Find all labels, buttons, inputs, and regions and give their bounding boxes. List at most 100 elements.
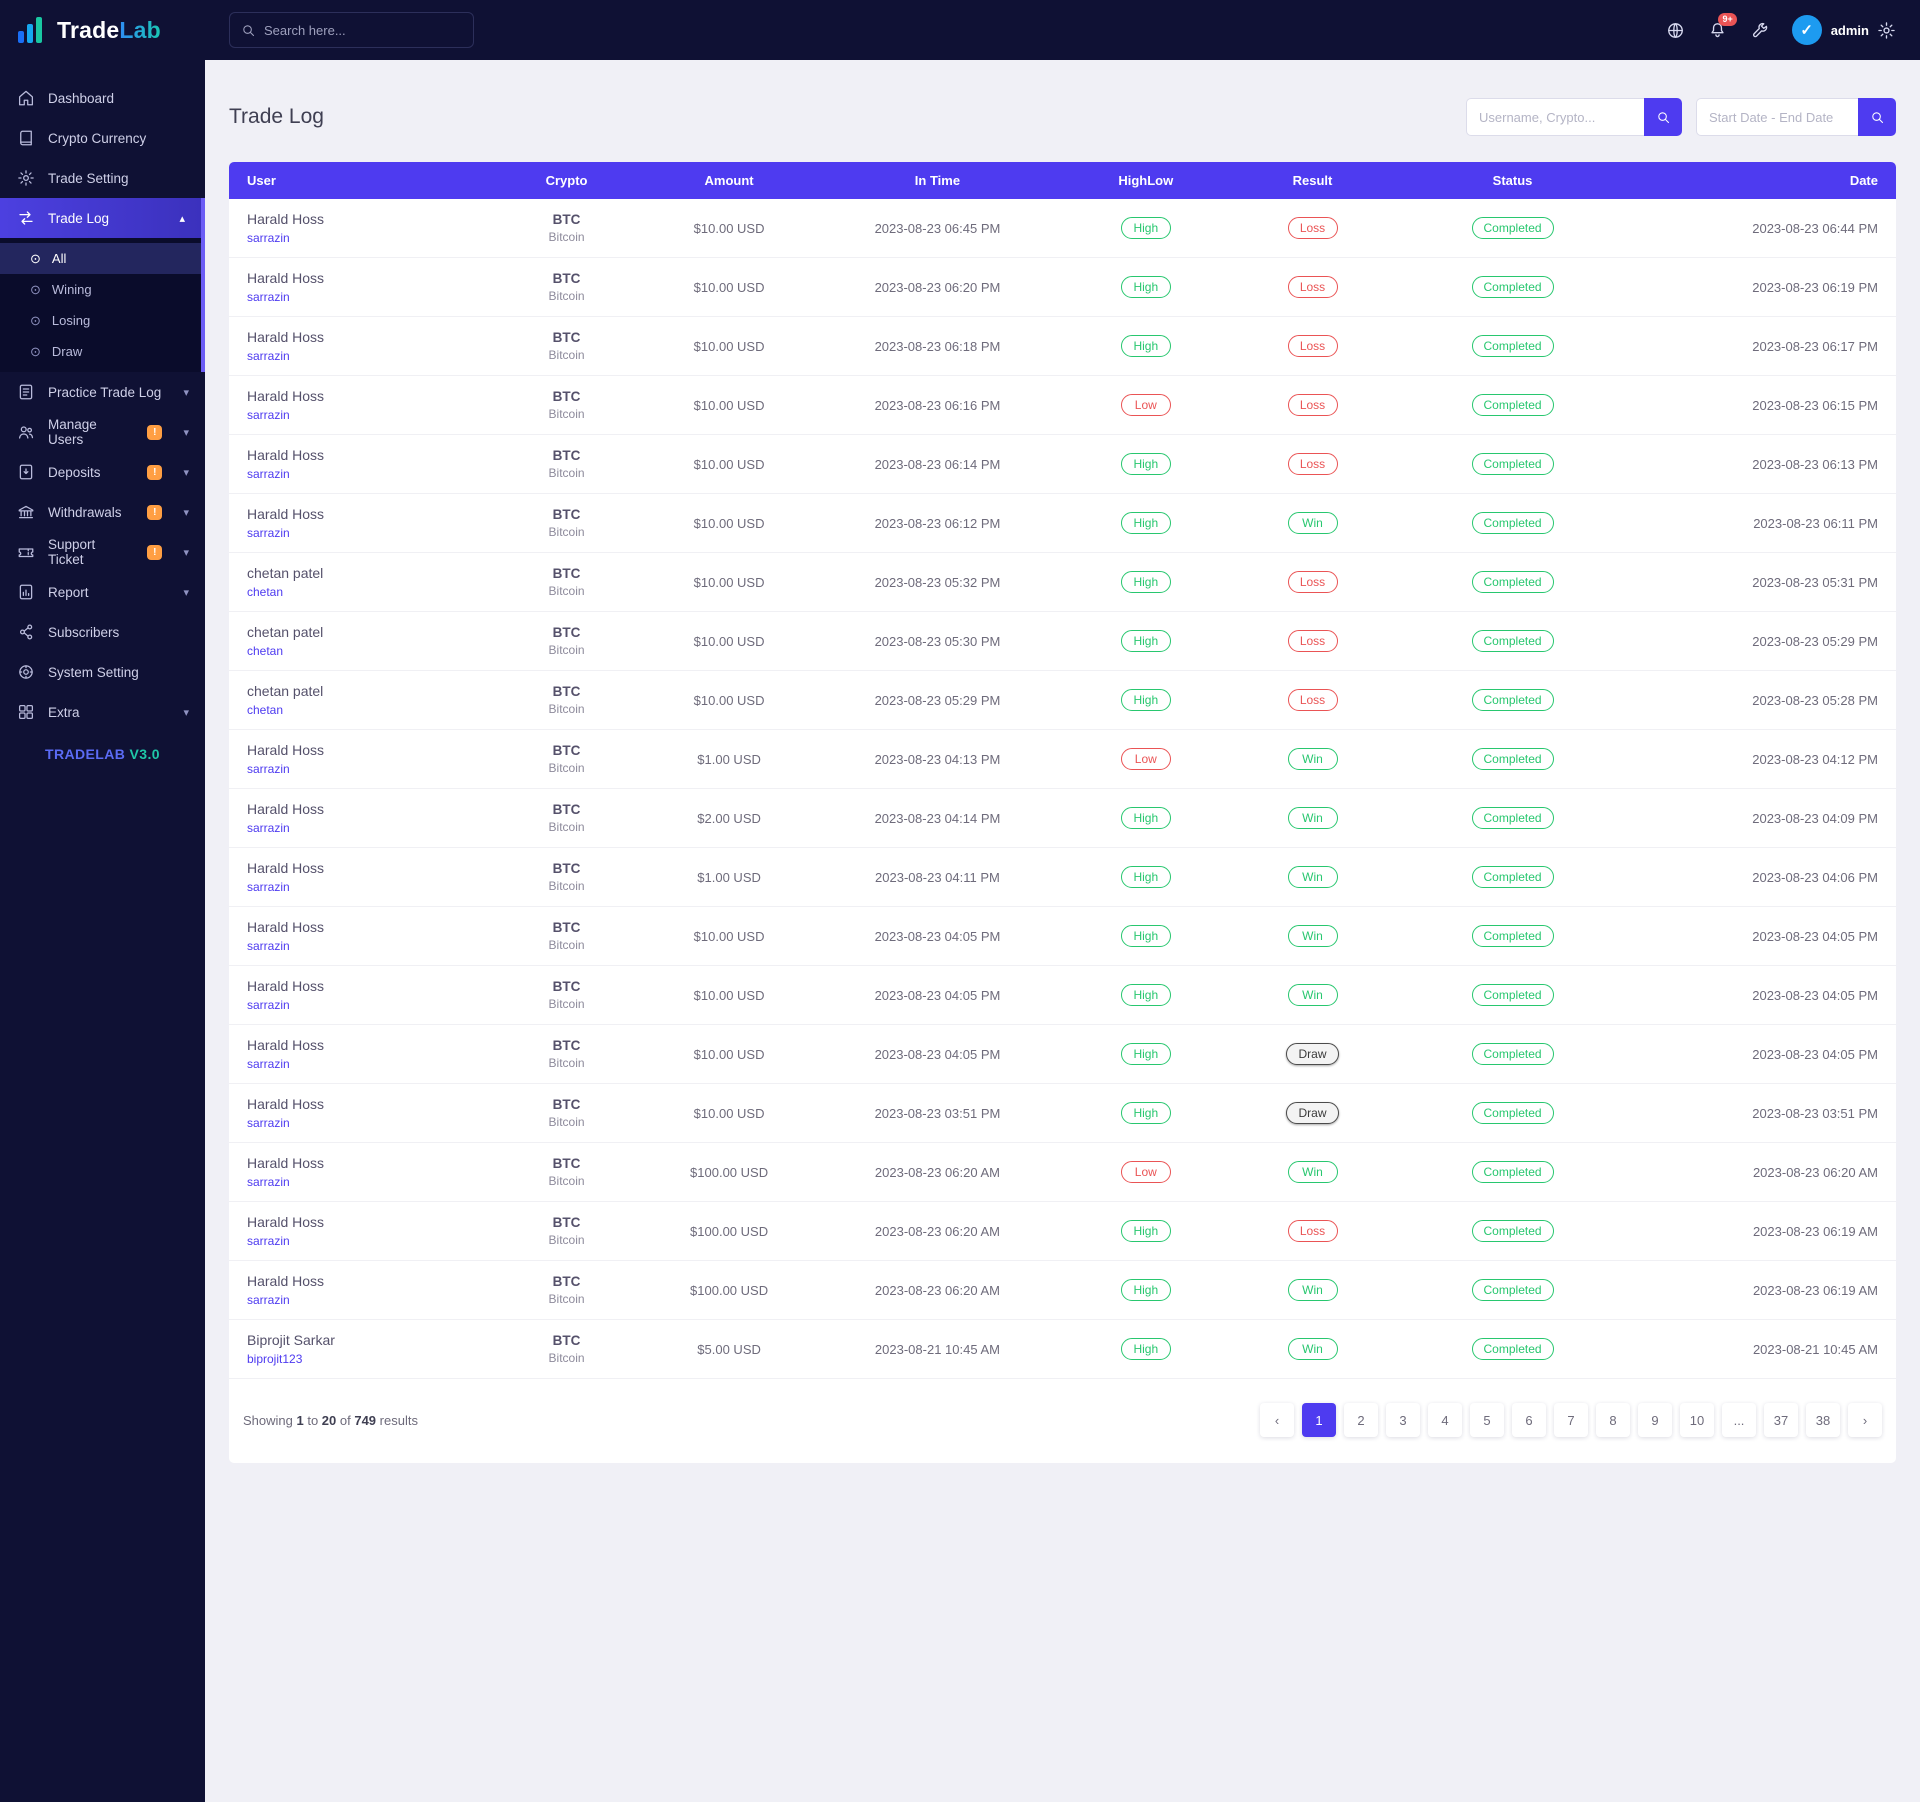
pagination-page-8[interactable]: 8 [1596,1403,1630,1437]
table-body: Harald Hoss sarrazin BTC Bitcoin $10.00 USD 2… [229,199,1896,1379]
sidebar-item-trade-log[interactable]: Trade Log ▴ [0,198,201,238]
globe-icon[interactable] [1666,20,1686,40]
username-link[interactable]: sarrazin [247,880,290,894]
chevron-down-icon: ▾ [183,386,189,399]
username-link[interactable]: sarrazin [247,939,290,953]
trade-amount: $10.00 USD [645,611,813,671]
trade-in-time: 2023-08-21 10:45 AM [812,1319,1063,1379]
logo-chart-icon [14,13,48,47]
pagination-page-38[interactable]: 38 [1806,1403,1840,1437]
sidebar-item-label: Extra [48,704,80,720]
table-row: Harald Hoss sarrazin BTC Bitcoin $10.00 USD 2… [229,1083,1896,1143]
main-content: Trade Log UserCryptoAmountIn TimeHighLow [205,60,1920,1802]
username-filter-input[interactable] [1466,98,1644,136]
username-link[interactable]: sarrazin [247,821,290,835]
pagination-page-2[interactable]: 2 [1344,1403,1378,1437]
highlow-badge: High [1120,335,1171,357]
pagination-page-6[interactable]: 6 [1512,1403,1546,1437]
crypto-symbol: BTC [552,920,581,935]
sidebar-item-system-setting[interactable]: System Setting [0,652,205,692]
sidebar-item-subscribers[interactable]: Subscribers [0,612,205,652]
username-link[interactable]: chetan [247,644,283,658]
sidebar-item-withdrawals[interactable]: Withdrawals! ▾ [0,492,205,532]
pagination-ellipsis[interactable]: ... [1722,1403,1756,1437]
sidebar-item-report[interactable]: Report ▾ [0,572,205,612]
pagination-prev[interactable]: ‹ [1260,1403,1294,1437]
trade-date: 2023-08-23 04:05 PM [1629,965,1896,1025]
crypto-symbol: BTC [552,330,581,345]
admin-menu[interactable]: ✓ admin [1791,15,1895,45]
result-badge: Loss [1287,571,1338,593]
topbar-search-input[interactable] [264,22,462,38]
highlow-badge: High [1120,1338,1171,1360]
pagination-page-5[interactable]: 5 [1470,1403,1504,1437]
pagination-page-10[interactable]: 10 [1680,1403,1714,1437]
username-link[interactable]: sarrazin [247,1116,290,1130]
pagination-page-7[interactable]: 7 [1554,1403,1588,1437]
username-link[interactable]: sarrazin [247,762,290,776]
sidebar-group-trade-log: Trade Log ▴ ⊙ All ⊙ Wining ⊙ Losing ⊙ Draw [0,198,205,372]
trade-date: 2023-08-23 06:15 PM [1629,375,1896,435]
username-link[interactable]: sarrazin [247,349,290,363]
trade-date: 2023-08-23 06:19 AM [1629,1260,1896,1320]
sidebar-subitem-label: Wining [51,282,92,297]
sidebar-menu: Dashboard Crypto Currency Trade Setting Tra… [0,78,205,732]
admin-username: admin [1830,22,1869,38]
username-link[interactable]: sarrazin [247,1293,290,1307]
username-link[interactable]: sarrazin [247,998,290,1012]
user-name: Biprojit Sarkar [247,1332,335,1348]
pagination-page-4[interactable]: 4 [1428,1403,1462,1437]
user-name: Harald Hoss [247,329,325,345]
username-search-button[interactable] [1644,98,1682,136]
username-link[interactable]: sarrazin [247,467,290,481]
trade-amount: $10.00 USD [645,199,813,258]
sidebar-subitem-draw[interactable]: ⊙ Draw [0,336,201,367]
sidebar-item-support-ticket[interactable]: Support Ticket! ▾ [0,532,205,572]
pagination-page-9[interactable]: 9 [1638,1403,1672,1437]
date-search-button[interactable] [1858,98,1896,136]
sidebar-item-manage-users[interactable]: Manage Users! ▾ [0,412,205,452]
sidebar-subitem-all[interactable]: ⊙ All [0,243,201,274]
status-badge: Completed [1471,748,1554,770]
pagination-page-3[interactable]: 3 [1386,1403,1420,1437]
sidebar-subitem-losing[interactable]: ⊙ Losing [0,305,201,336]
status-badge: Completed [1471,630,1554,652]
username-link[interactable]: sarrazin [247,408,290,422]
crypto-symbol: BTC [552,566,581,581]
pagination-next[interactable]: › [1848,1403,1882,1437]
brand-logo[interactable]: TradeLab [0,0,205,60]
table-row: Biprojit Sarkar biprojit123 BTC Bitcoin $5.0… [229,1319,1896,1379]
topbar-search[interactable] [229,12,474,48]
crypto-name: Bitcoin [548,1233,585,1247]
username-link[interactable]: sarrazin [247,526,290,540]
trade-in-time: 2023-08-23 04:05 PM [812,906,1063,966]
notifications-bell-icon[interactable]: 9+ [1708,13,1737,40]
sidebar-item-trade-setting[interactable]: Trade Setting [0,158,205,198]
result-badge: Loss [1287,453,1338,475]
trade-date: 2023-08-23 06:19 AM [1629,1201,1896,1261]
sidebar-item-dashboard[interactable]: Dashboard [0,78,205,118]
username-link[interactable]: chetan [247,585,283,599]
username-link[interactable]: sarrazin [247,1175,290,1189]
pagination-page-37[interactable]: 37 [1764,1403,1798,1437]
username-link[interactable]: chetan [247,703,283,717]
username-link[interactable]: sarrazin [247,290,290,304]
crypto-symbol: BTC [552,1156,581,1171]
username-link[interactable]: sarrazin [247,1057,290,1071]
tools-wrench-icon[interactable] [1750,20,1770,40]
pagination-page-1[interactable]: 1 [1302,1403,1336,1437]
result-badge: Loss [1287,217,1338,239]
username-link[interactable]: sarrazin [247,1234,290,1248]
date-filter-input[interactable] [1696,98,1858,136]
sidebar-subitem-wining[interactable]: ⊙ Wining [0,274,201,305]
sidebar-item-deposits[interactable]: Deposits! ▾ [0,452,205,492]
crypto-symbol: BTC [552,861,581,876]
username-link[interactable]: biprojit123 [247,1352,302,1366]
crypto-name: Bitcoin [548,1115,585,1129]
trade-in-time: 2023-08-23 03:51 PM [812,1083,1063,1143]
sidebar-item-crypto-currency[interactable]: Crypto Currency [0,118,205,158]
username-link[interactable]: sarrazin [247,231,290,245]
user-name: Harald Hoss [247,270,325,286]
sidebar-item-extra[interactable]: Extra ▾ [0,692,205,732]
sidebar-item-practice-trade-log[interactable]: Practice Trade Log ▾ [0,372,205,412]
